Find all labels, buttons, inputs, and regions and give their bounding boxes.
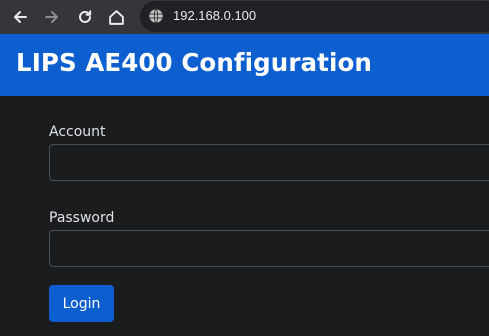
url-text: 192.168.0.100: [173, 8, 257, 23]
reload-button[interactable]: [73, 5, 97, 29]
back-button[interactable]: [8, 5, 32, 29]
home-icon: [108, 9, 124, 25]
account-label: Account: [49, 124, 106, 140]
reload-icon: [79, 10, 92, 23]
page-title: LIPS AE400 Configuration: [16, 48, 372, 77]
arrow-left-icon: [14, 11, 27, 23]
home-button[interactable]: [104, 5, 128, 29]
password-label: Password: [49, 210, 115, 226]
login-button[interactable]: Login: [49, 285, 114, 322]
globe-icon[interactable]: [148, 8, 164, 24]
page-header: LIPS AE400 Configuration: [0, 34, 489, 96]
password-input[interactable]: [49, 230, 489, 267]
address-bar[interactable]: 192.168.0.100: [140, 1, 489, 32]
arrow-right-icon: [45, 11, 58, 23]
forward-button[interactable]: [40, 5, 64, 29]
browser-toolbar: 192.168.0.100: [0, 0, 489, 34]
account-input[interactable]: [49, 144, 489, 181]
